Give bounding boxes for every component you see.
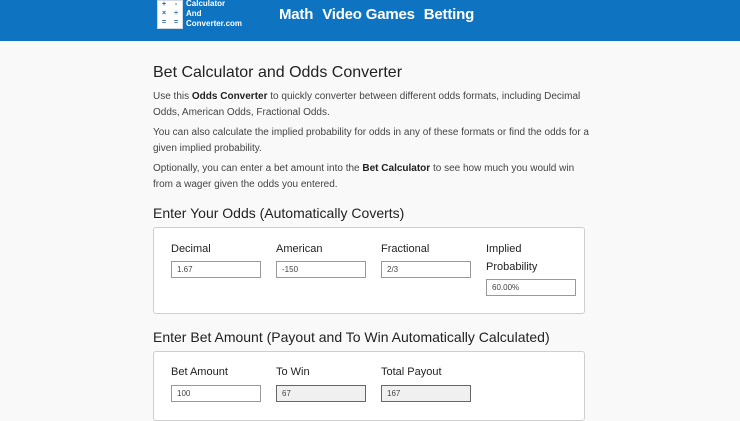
intro-paragraph-3: Optionally, you can enter a bet amount i… (153, 163, 575, 190)
implied-probability-input[interactable] (486, 279, 576, 296)
american-field-group: American (276, 240, 366, 278)
implied-probability-field-group: Implied Probability (486, 240, 576, 296)
american-label: American (276, 243, 323, 255)
total-payout-field-group: Total Payout (381, 363, 471, 402)
logo-text: Calculator And Converter.com (186, 0, 242, 29)
nav-link-betting[interactable]: Betting (424, 6, 474, 23)
bet-amount-field-group: Bet Amount (171, 363, 261, 402)
intro-paragraph-1: Use this Odds Converter to quickly conve… (153, 91, 581, 118)
fractional-field-group: Fractional (381, 240, 471, 278)
logo-line-2: And (186, 9, 202, 18)
bet-amount-input[interactable] (171, 385, 261, 402)
odds-section-title: Enter Your Odds (Automatically Coverts) (153, 205, 405, 221)
to-win-field-group: To Win (276, 363, 366, 402)
site-logo[interactable]: + - × ÷ = = Calculator And Converter.com (157, 0, 247, 30)
decimal-input[interactable] (171, 261, 261, 278)
to-win-label: To Win (276, 366, 310, 378)
logo-line-3: Converter.com (186, 19, 243, 28)
odds-converter-bold: Odds Converter (191, 91, 268, 102)
page-title: Bet Calculator and Odds Converter (153, 64, 403, 81)
total-payout-label: Total Payout (381, 366, 442, 378)
american-input[interactable] (276, 261, 366, 278)
bet-amount-label: Bet Amount (171, 366, 228, 378)
intro-paragraph-2: You can also calculate the implied proba… (153, 127, 589, 154)
logo-line-1: Calculator (186, 0, 226, 8)
implied-label-line-2: Probability (486, 261, 538, 273)
total-payout-output[interactable] (381, 385, 471, 402)
nav-link-math[interactable]: Math (279, 6, 313, 23)
decimal-label: Decimal (171, 243, 211, 255)
bet-panel: Bet Amount To Win Total Payout (153, 351, 585, 421)
fractional-input[interactable] (381, 261, 471, 278)
to-win-output[interactable] (276, 385, 366, 402)
odds-panel: Decimal American Fractional Implied Prob… (153, 227, 585, 314)
bet-section-title: Enter Bet Amount (Payout and To Win Auto… (153, 329, 550, 345)
site-header: + - × ÷ = = Calculator And Converter.com… (0, 0, 740, 41)
main-nav: Math Video Games Betting (279, 6, 483, 23)
implied-label-line-1: Implied (486, 243, 522, 255)
calculator-icon: + - × ÷ = = (157, 0, 183, 29)
fractional-label: Fractional (381, 243, 430, 255)
nav-link-video-games[interactable]: Video Games (322, 6, 415, 23)
decimal-field-group: Decimal (171, 240, 261, 278)
bet-calculator-bold: Bet Calculator (362, 163, 431, 174)
